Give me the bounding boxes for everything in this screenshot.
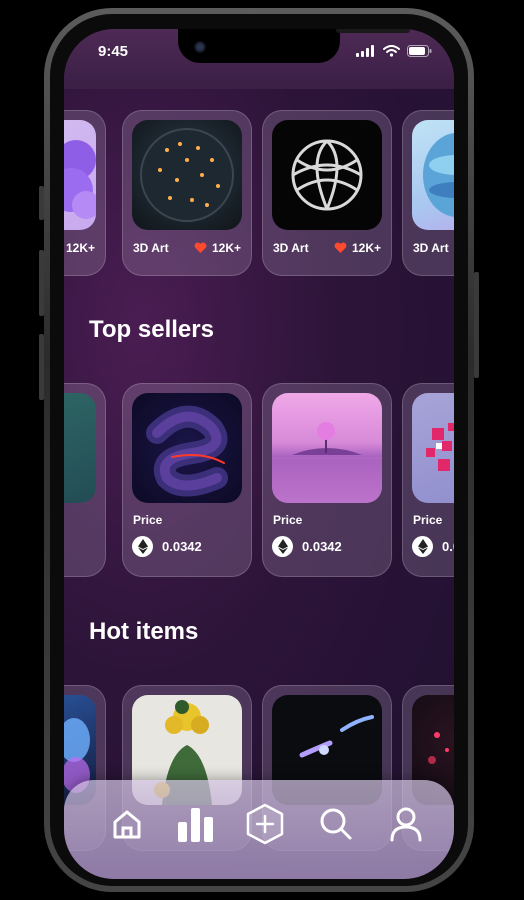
price-label: Price — [133, 513, 163, 527]
speaker — [336, 29, 410, 33]
hot-items-title: Hot items — [89, 618, 199, 645]
seller-card[interactable]: Price 0.0342 — [262, 383, 392, 577]
likes-count: 12K+ — [65, 241, 95, 255]
wifi-icon — [383, 45, 400, 57]
ethereum-icon — [132, 536, 153, 557]
art-image — [423, 133, 454, 217]
category-label: 3D Art — [273, 241, 309, 255]
bottom-nav — [64, 780, 454, 879]
price-label: Price — [273, 513, 303, 527]
collection-row: 12K+ 3D Art 12K+ 3D Art 12K+ 3D Art — [64, 110, 454, 280]
price-label: Price — [413, 513, 443, 527]
power-button — [474, 272, 479, 378]
art-image — [140, 128, 234, 222]
art-card[interactable]: 3D Art 12K+ — [262, 110, 392, 276]
search-icon — [320, 808, 352, 840]
likes: 12K+ — [334, 241, 381, 255]
art-card[interactable]: 12K+ — [64, 110, 106, 276]
price: 0.0 — [412, 536, 454, 557]
nav-add[interactable] — [243, 802, 287, 846]
likes: 12K+ — [64, 241, 95, 255]
nav-stats[interactable] — [174, 802, 218, 846]
battery-icon — [407, 45, 432, 57]
top-sellers-row: Price 0.0342 Price 0.0342 Price 0. — [64, 383, 454, 579]
price-value: 0.0342 — [302, 539, 342, 554]
ethereum-icon — [272, 536, 293, 557]
signal-icon — [356, 45, 374, 57]
art-thumbnail — [132, 120, 242, 230]
profile-icon — [390, 807, 422, 842]
category-label: 3D Art — [413, 241, 449, 255]
volume-down-button — [39, 334, 44, 400]
seller-card[interactable]: Price 0.0342 — [122, 383, 252, 577]
art-image — [426, 423, 454, 471]
status-icons — [356, 45, 432, 57]
art-card[interactable]: 3D Art — [402, 110, 454, 276]
likes-count: 12K+ — [351, 241, 381, 255]
volume-up-button — [39, 250, 44, 316]
mute-switch — [39, 186, 44, 220]
seller-card[interactable]: Price 0.0 — [402, 383, 454, 577]
price: 0.0342 — [132, 536, 202, 557]
art-thumbnail — [64, 393, 96, 503]
price-value: 0.0 — [442, 539, 454, 554]
status-time: 9:45 — [98, 43, 129, 60]
likes: 12K+ — [194, 241, 241, 255]
stats-icon — [178, 808, 213, 842]
top-sellers-title: Top sellers — [89, 316, 214, 343]
seller-card[interactable] — [64, 383, 106, 577]
nav-search[interactable] — [314, 802, 358, 846]
art-thumbnail — [272, 393, 382, 503]
heart-icon — [194, 242, 207, 253]
art-thumbnail — [412, 120, 454, 230]
price: 0.0342 — [272, 536, 342, 557]
phone-frame: 9:45 12K+ 3D Art 12K+ 3D Art 12K+ 3D Art… — [44, 8, 474, 892]
art-image — [291, 139, 363, 211]
ethereum-icon — [412, 536, 433, 557]
likes-count: 12K+ — [211, 241, 241, 255]
home-icon — [113, 810, 141, 839]
add-icon — [246, 803, 284, 845]
camera — [194, 41, 206, 53]
nav-home[interactable] — [105, 802, 149, 846]
art-thumbnail — [272, 120, 382, 230]
art-image — [146, 405, 228, 497]
art-thumbnail — [132, 393, 242, 503]
price-value: 0.0342 — [162, 539, 202, 554]
category-label: 3D Art — [133, 241, 169, 255]
status-bar: 9:45 — [64, 29, 454, 89]
art-card[interactable]: 3D Art 12K+ — [122, 110, 252, 276]
art-thumbnail — [412, 393, 454, 503]
app-screen: 9:45 12K+ 3D Art 12K+ 3D Art 12K+ 3D Art… — [64, 29, 454, 879]
nav-profile[interactable] — [384, 802, 428, 846]
art-image — [64, 140, 96, 219]
art-image — [272, 422, 382, 503]
heart-icon — [334, 242, 347, 253]
art-thumbnail — [64, 120, 96, 230]
